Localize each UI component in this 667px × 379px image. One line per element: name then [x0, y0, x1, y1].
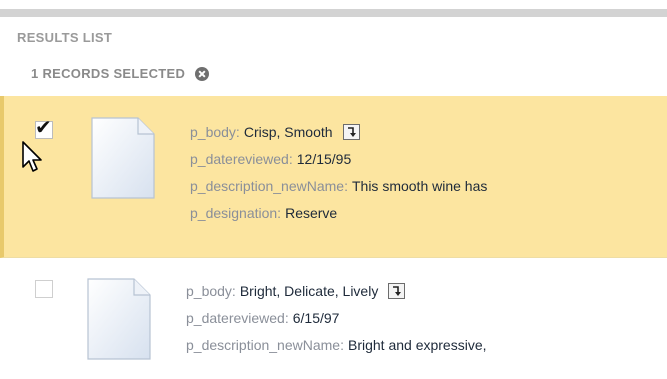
record-select-checkbox[interactable]: ✔ [35, 117, 53, 139]
expand-arrow-icon[interactable] [388, 283, 406, 299]
selection-summary: 1 RECORDS SELECTED [31, 66, 210, 81]
result-record[interactable]: ✔ p_body: Crisp, Smooth p_datereviewed: … [0, 96, 667, 258]
field-value: This smooth wine has [351, 178, 488, 194]
field-key: p_description_newName: [190, 178, 348, 194]
field-value: 6/15/97 [292, 310, 340, 326]
field-value: Crisp, Smooth [243, 124, 333, 140]
document-icon [91, 117, 155, 199]
field-value: Bright and expressive, [347, 337, 487, 353]
field-value: 12/15/95 [296, 151, 352, 167]
field-key: p_designation: [190, 205, 282, 221]
field-description: p_description_newName: This smooth wine … [190, 178, 487, 205]
field-key: p_datereviewed: [186, 310, 289, 326]
field-datereviewed: p_datereviewed: 12/15/95 [190, 151, 487, 178]
clear-selection-icon[interactable] [195, 66, 210, 81]
field-key: p_body: [186, 283, 236, 299]
field-value: Reserve [285, 205, 338, 221]
field-datereviewed: p_datereviewed: 6/15/97 [186, 310, 487, 337]
result-record[interactable]: p_body: Bright, Delicate, Lively p_dater… [0, 259, 667, 379]
checkmark-icon: ✔ [35, 117, 52, 139]
results-list-heading: RESULTS LIST [17, 30, 113, 45]
expand-arrow-icon[interactable] [342, 124, 360, 140]
field-description: p_description_newName: Bright and expres… [186, 337, 487, 364]
mouse-pointer-icon [22, 141, 42, 172]
record-select-checkbox[interactable] [35, 280, 53, 298]
results-list: ✔ p_body: Crisp, Smooth p_datereviewed: … [0, 96, 667, 379]
top-divider-bar [0, 9, 667, 17]
field-value: Bright, Delicate, Lively [239, 283, 379, 299]
field-key: p_description_newName: [186, 337, 344, 353]
record-fields: p_body: Bright, Delicate, Lively p_dater… [186, 283, 487, 364]
document-icon [87, 278, 151, 360]
field-body: p_body: Bright, Delicate, Lively [186, 283, 487, 310]
field-key: p_datereviewed: [190, 151, 293, 167]
selection-count-label: 1 RECORDS SELECTED [31, 66, 186, 81]
record-fields: p_body: Crisp, Smooth p_datereviewed: 12… [190, 124, 487, 232]
field-body: p_body: Crisp, Smooth [190, 124, 487, 151]
field-designation: p_designation: Reserve [190, 205, 487, 232]
field-key: p_body: [190, 124, 240, 140]
